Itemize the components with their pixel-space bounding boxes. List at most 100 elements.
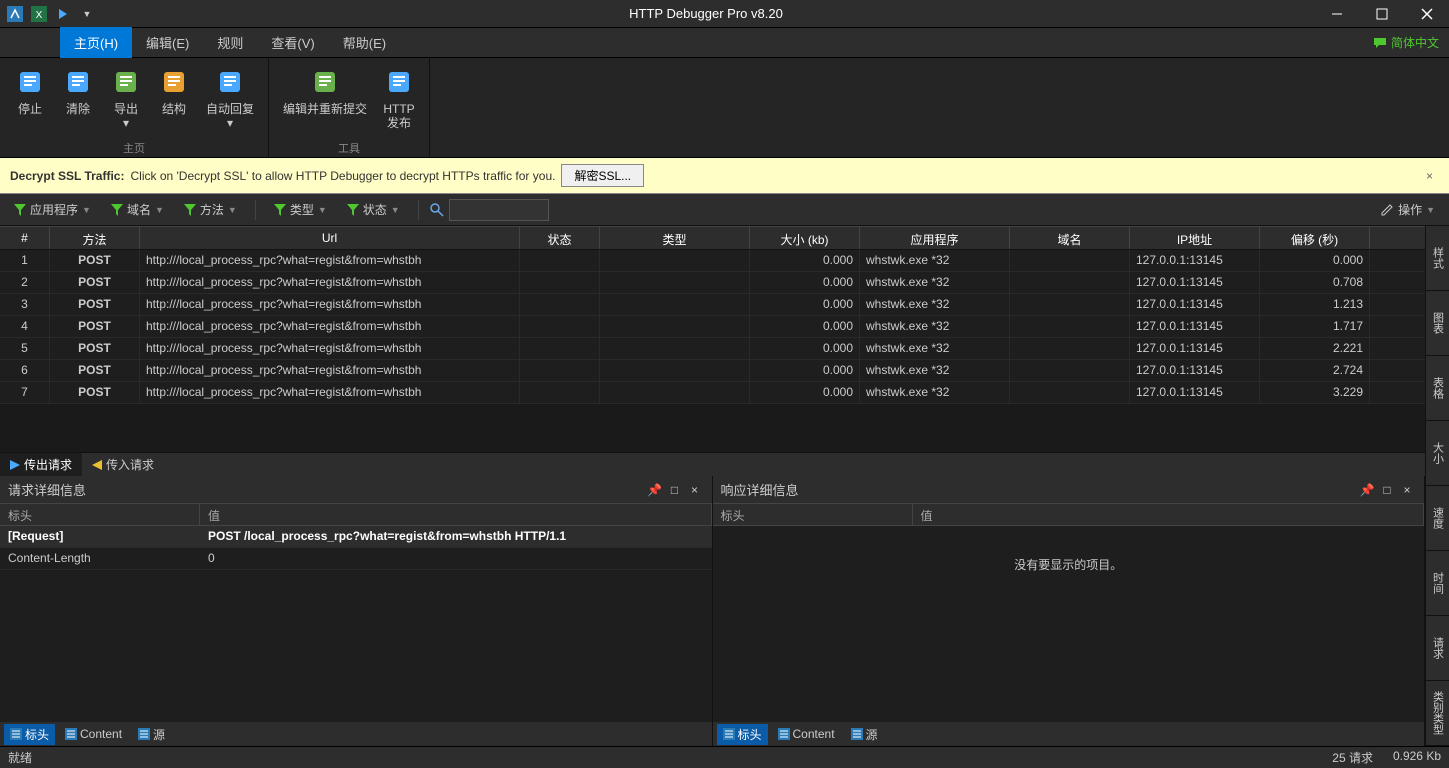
panel-footer-tab-0[interactable]: 标头 xyxy=(4,724,55,745)
list-icon xyxy=(851,728,863,740)
qat-dropdown-icon[interactable]: ▼ xyxy=(76,3,98,25)
col-header-5[interactable]: 大小 (kb) xyxy=(750,227,860,249)
panel-footer-tab-0[interactable]: 标头 xyxy=(717,724,768,745)
window-title: HTTP Debugger Pro v8.20 xyxy=(98,6,1314,21)
maximize-panel-icon[interactable]: □ xyxy=(1378,481,1396,499)
menubar: 主页(H)编辑(E)规则查看(V)帮助(E) 简体中文 xyxy=(0,28,1449,58)
ribbon-btn-1-0[interactable]: 编辑并重新提交 xyxy=(277,62,373,138)
panel-footer-tab-1[interactable]: Content xyxy=(772,725,841,743)
rightbar-item-4[interactable]: 速度 xyxy=(1426,486,1449,551)
table-row[interactable]: 4POSThttp:///local_process_rpc?what=regi… xyxy=(0,316,1425,338)
col-header-6[interactable]: 应用程序 xyxy=(860,227,1010,249)
menu-tab-0[interactable]: 主页(H) xyxy=(60,27,132,58)
search-wrap xyxy=(429,199,549,221)
search-input[interactable] xyxy=(449,199,549,221)
panel-footer-tab-1[interactable]: Content xyxy=(59,725,128,743)
ribbon-btn-0-3[interactable]: 结构 xyxy=(152,62,196,138)
list-icon xyxy=(138,728,150,740)
menu-tab-3[interactable]: 查看(V) xyxy=(257,27,328,58)
col-header-2[interactable]: Url xyxy=(140,227,520,249)
filter-3[interactable]: 类型▼ xyxy=(266,197,335,222)
col-header-7[interactable]: 域名 xyxy=(1010,227,1130,249)
ops-button[interactable]: 操作▼ xyxy=(1372,197,1443,222)
ribbon-btn-1-1[interactable]: HTTP 发布 xyxy=(377,62,421,138)
arrow-right-icon xyxy=(10,460,20,470)
ssl-banner: Decrypt SSL Traffic: Click on 'Decrypt S… xyxy=(0,158,1449,194)
cell xyxy=(520,382,600,403)
cell: 127.0.0.1:13145 xyxy=(1130,316,1260,337)
cell: 0.000 xyxy=(750,360,860,381)
ribbon-icon xyxy=(14,66,46,98)
rightbar-item-3[interactable]: 大小 xyxy=(1426,421,1449,486)
minimize-button[interactable] xyxy=(1314,0,1359,28)
table-row[interactable]: 5POSThttp:///local_process_rpc?what=regi… xyxy=(0,338,1425,360)
filter-1[interactable]: 域名▼ xyxy=(103,197,172,222)
table-row[interactable]: 1POSThttp:///local_process_rpc?what=regi… xyxy=(0,250,1425,272)
language-button[interactable]: 简体中文 xyxy=(1363,34,1449,51)
decrypt-ssl-button[interactable]: 解密SSL... xyxy=(561,164,644,187)
col-header-4[interactable]: 类型 xyxy=(600,227,750,249)
filter-4[interactable]: 状态▼ xyxy=(339,197,408,222)
table-row[interactable]: 6POSThttp:///local_process_rpc?what=regi… xyxy=(0,360,1425,382)
rightbar-item-6[interactable]: 请求 xyxy=(1426,616,1449,681)
cell: 1.213 xyxy=(1260,294,1370,315)
cell: whstwk.exe *32 xyxy=(860,382,1010,403)
col-header-3[interactable]: 状态 xyxy=(520,227,600,249)
rightbar-item-0[interactable]: 样式 xyxy=(1426,226,1449,291)
request-panel: 请求详细信息 📌 □ × 标头 值 [Request]POST /local_p… xyxy=(0,476,713,746)
ribbon-btn-0-1[interactable]: 清除 xyxy=(56,62,100,138)
pin-icon[interactable]: 📌 xyxy=(646,481,664,499)
panel-footer-tab-2[interactable]: 源 xyxy=(845,724,884,745)
pin-icon[interactable]: 📌 xyxy=(1358,481,1376,499)
edit-icon xyxy=(1380,203,1394,217)
cell xyxy=(1010,338,1130,359)
tab-incoming[interactable]: 传入请求 xyxy=(82,453,164,476)
panel-footer-tab-2[interactable]: 源 xyxy=(132,724,171,745)
rightbar-item-1[interactable]: 图表 xyxy=(1426,291,1449,356)
cell xyxy=(520,272,600,293)
table-row[interactable]: 3POSThttp:///local_process_rpc?what=regi… xyxy=(0,294,1425,316)
rightbar-item-5[interactable]: 时间 xyxy=(1426,551,1449,616)
close-panel-icon[interactable]: × xyxy=(686,481,704,499)
ribbon-btn-0-2[interactable]: 导出 ▾ xyxy=(104,62,148,138)
cell xyxy=(600,294,750,315)
req-row[interactable]: Content-Length0 xyxy=(0,548,712,570)
table-row[interactable]: 2POSThttp:///local_process_rpc?what=regi… xyxy=(0,272,1425,294)
col-header-9[interactable]: 偏移 (秒) xyxy=(1260,227,1370,249)
req-name: [Request] xyxy=(0,526,200,547)
cell: 1.717 xyxy=(1260,316,1370,337)
maximize-button[interactable] xyxy=(1359,0,1404,28)
play-icon[interactable] xyxy=(52,3,74,25)
close-panel-icon[interactable]: × xyxy=(1398,481,1416,499)
cell: 1 xyxy=(0,250,50,271)
ribbon-group-1: 编辑并重新提交HTTP 发布工具 xyxy=(269,58,430,157)
list-icon xyxy=(778,728,790,740)
ssl-label: Decrypt SSL Traffic: xyxy=(10,169,124,183)
col-header-1[interactable]: 方法 xyxy=(50,227,140,249)
ssl-text: Click on 'Decrypt SSL' to allow HTTP Deb… xyxy=(130,169,555,183)
ribbon: 停止清除导出 ▾结构自动回复 ▾主页编辑并重新提交HTTP 发布工具 xyxy=(0,58,1449,158)
filter-2[interactable]: 方法▼ xyxy=(176,197,245,222)
menu-tab-1[interactable]: 编辑(E) xyxy=(132,27,203,58)
tab-outgoing[interactable]: 传出请求 xyxy=(0,453,82,476)
ssl-close-icon[interactable]: × xyxy=(1420,169,1439,183)
ribbon-btn-0-4[interactable]: 自动回复 ▾ xyxy=(200,62,260,138)
menu-tab-2[interactable]: 规则 xyxy=(203,27,257,58)
table-row[interactable]: 7POSThttp:///local_process_rpc?what=regi… xyxy=(0,382,1425,404)
req-value: 0 xyxy=(200,548,712,569)
ribbon-btn-0-0[interactable]: 停止 xyxy=(8,62,52,138)
cell: whstwk.exe *32 xyxy=(860,316,1010,337)
rightbar-item-7[interactable]: 类别类型 xyxy=(1426,681,1449,746)
menu-tab-4[interactable]: 帮助(E) xyxy=(329,27,400,58)
excel-icon[interactable]: X xyxy=(28,3,50,25)
filter-0[interactable]: 应用程序▼ xyxy=(6,197,99,222)
rightbar-item-2[interactable]: 表格 xyxy=(1426,356,1449,421)
col-header-0[interactable]: # xyxy=(0,227,50,249)
ribbon-btn-label: 结构 xyxy=(162,102,186,116)
maximize-panel-icon[interactable]: □ xyxy=(666,481,684,499)
cell: 0.000 xyxy=(750,382,860,403)
cell: whstwk.exe *32 xyxy=(860,272,1010,293)
col-header-8[interactable]: IP地址 xyxy=(1130,227,1260,249)
req-row[interactable]: [Request]POST /local_process_rpc?what=re… xyxy=(0,526,712,548)
close-button[interactable] xyxy=(1404,0,1449,28)
